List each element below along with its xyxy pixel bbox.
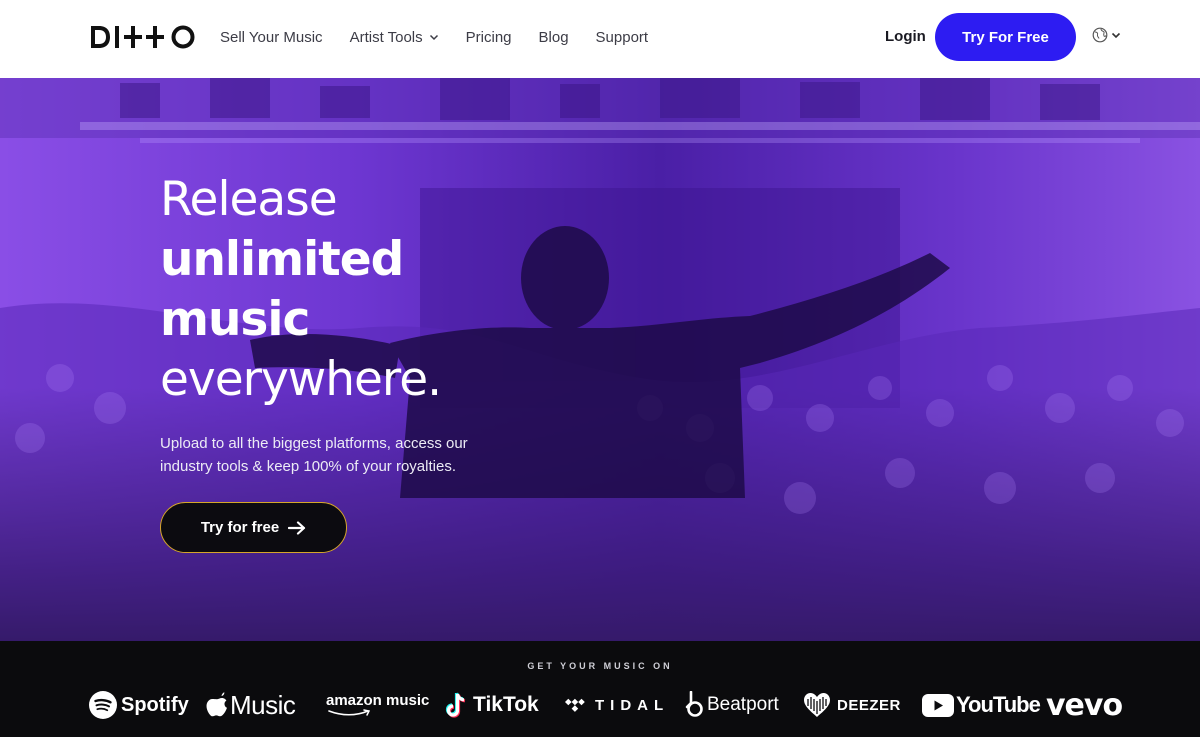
language-selector[interactable] (1092, 27, 1121, 43)
hero-copy: Release unlimited music everywhere. Uplo… (160, 170, 580, 478)
chevron-down-icon (1111, 32, 1121, 39)
hero-try-for-free-button[interactable]: Try for free (160, 502, 347, 553)
platform-name: DEEZER (837, 696, 901, 714)
ditto-logo[interactable] (89, 22, 197, 52)
login-link[interactable]: Login (885, 28, 926, 45)
platform-deezer: DEEZER (803, 685, 901, 725)
amazon-smile-icon (328, 709, 371, 716)
globe-icon (1092, 27, 1108, 43)
nav-label: Sell Your Music (220, 28, 323, 46)
nav-support[interactable]: Support (596, 29, 649, 46)
platform-name: amazon music (326, 692, 430, 709)
main-nav: Sell Your Music Artist Tools Pricing Blo… (220, 26, 675, 48)
ditto-logo-mark (91, 25, 195, 49)
nav-label: Pricing (465, 28, 512, 46)
platform-youtube: YouTube (922, 685, 1041, 725)
try-for-free-button[interactable]: Try For Free (935, 13, 1076, 61)
spotify-icon (89, 691, 117, 719)
nav-label: Blog (538, 28, 569, 46)
platform-name: Music (230, 689, 296, 720)
chevron-down-icon (429, 34, 438, 41)
platforms-strip: GET YOUR MUSIC ON Spotify Music amazon m… (0, 641, 1200, 737)
headline-line: Release (160, 172, 338, 227)
tiktok-icon (445, 692, 466, 718)
hero-subtext: Upload to all the biggest platforms, acc… (160, 435, 468, 475)
platform-name: YouTube (956, 692, 1041, 717)
hero-headline: Release unlimited music everywhere. (160, 170, 580, 410)
nav-sell-your-music[interactable]: Sell Your Music (220, 29, 323, 46)
beatport-icon (685, 691, 703, 717)
hero-section: Release unlimited music everywhere. Uplo… (0, 78, 1200, 641)
platform-beatport: Beatport (684, 685, 779, 725)
platform-name: Beatport (707, 694, 779, 715)
arrow-right-icon (288, 520, 306, 535)
button-label: Try for free (200, 519, 280, 536)
platform-name: TIDAL (595, 696, 670, 714)
nav-artist-tools[interactable]: Artist Tools (350, 29, 439, 46)
site-header: Sell Your Music Artist Tools Pricing Blo… (0, 0, 1200, 78)
apple-icon (206, 692, 227, 717)
platform-logos: Spotify Music amazon music TikTok TIDAL … (0, 685, 1200, 725)
platform-vevo: vevo (1046, 685, 1123, 725)
headline-line: everywhere. (160, 352, 442, 407)
deezer-heart-icon (804, 693, 830, 717)
nav-blog[interactable]: Blog (539, 29, 569, 46)
youtube-icon (922, 693, 954, 717)
tidal-icon (565, 698, 585, 712)
platform-name: Spotify (121, 693, 189, 716)
nav-pricing[interactable]: Pricing (466, 29, 512, 46)
platform-name: TikTok (473, 693, 539, 716)
nav-label: Artist Tools (349, 28, 423, 46)
headline-line: music (160, 292, 310, 347)
platform-apple-music: Music (206, 685, 296, 725)
platform-tidal: TIDAL (565, 685, 669, 725)
nav-label: Support (595, 28, 649, 46)
platform-spotify: Spotify (89, 685, 189, 725)
platform-tiktok: TikTok (445, 685, 539, 725)
platforms-title: GET YOUR MUSIC ON (527, 661, 673, 671)
headline-line: unlimited (160, 232, 404, 287)
platform-amazon-music: amazon music (326, 685, 429, 725)
vevo-wordmark: vevo (1046, 687, 1123, 723)
